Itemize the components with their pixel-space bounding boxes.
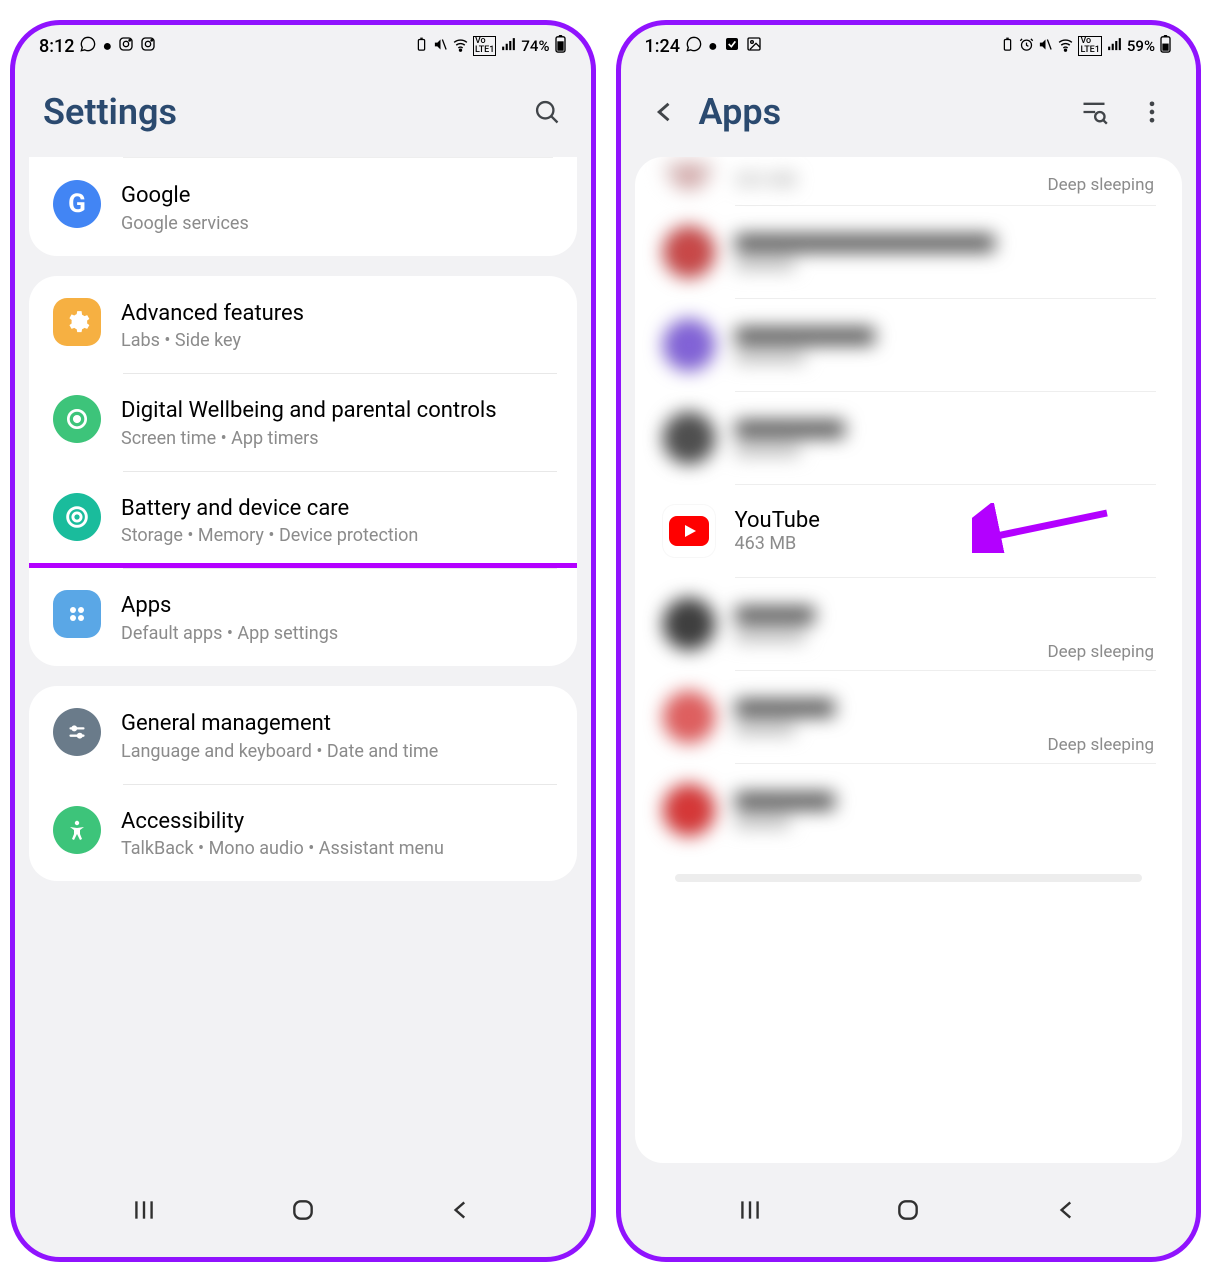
deep-sleep-badge: Deep sleeping: [1048, 735, 1155, 755]
image-icon: [746, 36, 762, 56]
youtube-icon: [663, 505, 715, 557]
item-sub: Labs • Side key: [121, 330, 553, 351]
battery-icon: [554, 35, 567, 57]
page-title: Apps: [699, 91, 782, 133]
sliders-icon: [66, 721, 88, 743]
gear-icon: [64, 309, 90, 335]
app-row-blurred[interactable]: [635, 764, 1183, 856]
item-title: General management: [121, 710, 553, 739]
search-button[interactable]: [531, 96, 563, 128]
battery-saver-icon: [414, 37, 429, 56]
app-row-title: YouTube: [735, 508, 1155, 533]
battery-pct: 74%: [521, 37, 549, 55]
nav-back[interactable]: [1054, 1197, 1080, 1227]
item-sub: Default apps • App settings: [121, 623, 553, 644]
nav-home[interactable]: [290, 1197, 316, 1227]
item-title: Google: [121, 182, 553, 211]
item-title: Accessibility: [121, 808, 553, 837]
item-title: Digital Wellbeing and parental controls: [121, 397, 553, 426]
more-button[interactable]: [1136, 96, 1168, 128]
alarm-icon: [1019, 37, 1034, 56]
chat-icon: ●: [708, 36, 718, 56]
app-row-sub: 463 MB: [735, 533, 1155, 554]
app-row-blurred[interactable]: [635, 299, 1183, 391]
settings-header: Settings: [15, 61, 591, 157]
deep-sleep-badge: Deep sleeping: [1048, 642, 1155, 662]
deep-sleep-badge: Deep sleeping: [1048, 175, 1155, 195]
filter-search-button[interactable]: [1078, 96, 1110, 128]
settings-item-battery[interactable]: Battery and device care Storage • Memory…: [29, 471, 577, 569]
nav-recents[interactable]: [737, 1197, 763, 1227]
nav-bar: [15, 1173, 591, 1257]
nav-home[interactable]: [895, 1197, 921, 1227]
battery-pct: 59%: [1127, 37, 1155, 55]
item-sub: TalkBack • Mono audio • Assistant menu: [121, 838, 553, 859]
whatsapp-icon: [80, 36, 96, 56]
mute-icon: [433, 37, 448, 56]
status-bar: 1:24 ● VoLTE1: [621, 25, 1197, 61]
item-title: Advanced features: [121, 300, 553, 329]
instagram-icon-2: [140, 36, 156, 56]
item-sub: Google services: [121, 213, 553, 234]
apps-list[interactable]: 303 MB Deep sleeping YouTube 463: [635, 157, 1183, 1163]
a11y-icon: [65, 818, 89, 842]
app-row-youtube[interactable]: YouTube 463 MB: [635, 485, 1183, 577]
signal-icon: [500, 36, 517, 57]
settings-group-0: G Google Google services: [29, 157, 577, 256]
item-sub: Screen time • App timers: [121, 428, 553, 449]
care-icon: [63, 503, 91, 531]
settings-group-1: Advanced features Labs • Side key Digita…: [29, 276, 577, 666]
settings-item-accessibility[interactable]: Accessibility TalkBack • Mono audio • As…: [29, 784, 577, 882]
settings-group-2: General management Language and keyboard…: [29, 686, 577, 881]
phone-apps: 1:24 ● VoLTE1: [616, 20, 1202, 1262]
chat-icon: ●: [102, 36, 112, 56]
item-sub: Storage • Memory • Device protection: [121, 525, 553, 546]
app-row-blurred[interactable]: [635, 392, 1183, 484]
nav-recents[interactable]: [131, 1197, 157, 1227]
status-bar: 8:12 ● VoLTE1: [15, 25, 591, 61]
settings-item-wellbeing[interactable]: Digital Wellbeing and parental controls …: [29, 373, 577, 471]
apps-icon: [65, 602, 89, 626]
apps-header: Apps: [621, 61, 1197, 157]
check-icon: [724, 36, 740, 56]
page-title: Settings: [43, 91, 177, 133]
nav-bar: [621, 1173, 1197, 1257]
wellbeing-icon: [64, 406, 90, 432]
settings-item-advanced[interactable]: Advanced features Labs • Side key: [29, 276, 577, 374]
wifi-icon: [1057, 36, 1074, 57]
status-time: 1:24: [645, 36, 680, 57]
item-sub: Language and keyboard • Date and time: [121, 741, 553, 762]
instagram-icon: [118, 36, 134, 56]
item-title: Apps: [121, 592, 553, 621]
mute-icon: [1038, 37, 1053, 56]
back-button[interactable]: [649, 96, 681, 128]
nav-back[interactable]: [448, 1197, 474, 1227]
app-row-blurred[interactable]: [635, 206, 1183, 298]
signal-icon: [1106, 36, 1123, 57]
volte-icon: VoLTE1: [1078, 36, 1101, 56]
battery-saver-icon: [1000, 37, 1015, 56]
settings-item-google[interactable]: G Google Google services: [29, 158, 577, 256]
status-time: 8:12: [39, 36, 74, 57]
settings-item-general[interactable]: General management Language and keyboard…: [29, 686, 577, 784]
item-title: Battery and device care: [121, 495, 553, 524]
battery-icon: [1159, 35, 1172, 57]
settings-item-apps[interactable]: Apps Default apps • App settings: [29, 563, 577, 666]
phone-settings: 8:12 ● VoLTE1: [10, 20, 596, 1262]
wifi-icon: [452, 36, 469, 57]
volte-icon: VoLTE1: [473, 36, 496, 56]
whatsapp-icon: [686, 36, 702, 56]
